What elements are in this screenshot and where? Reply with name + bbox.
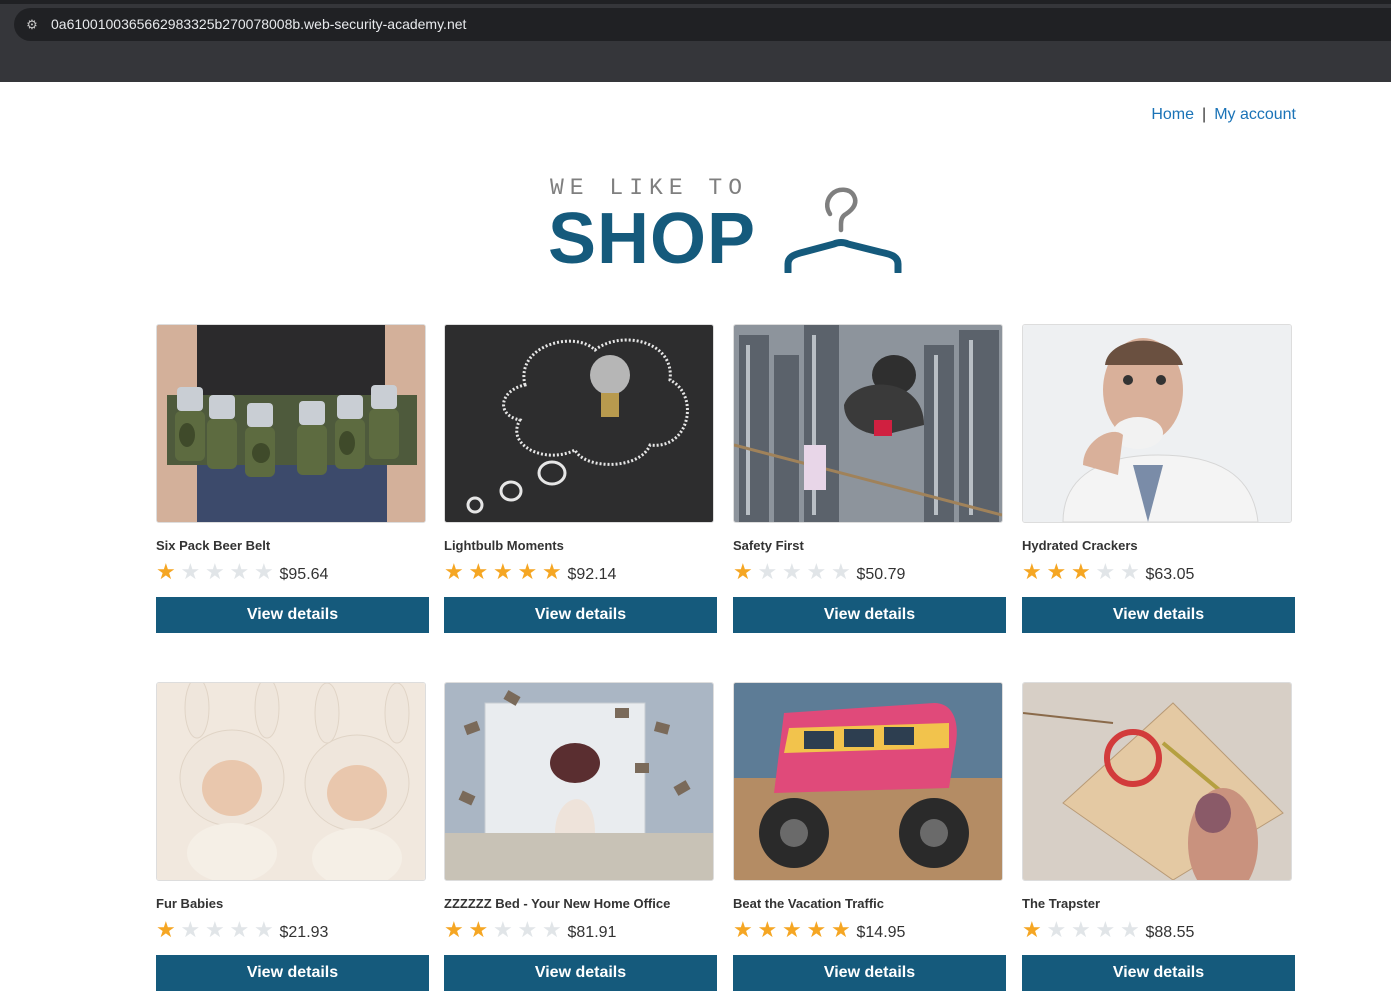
product-title: Beat the Vacation Traffic [733,896,884,911]
view-details-button[interactable]: View details [733,597,1006,633]
rating-star-icon: ★ [156,559,176,584]
rating-star-icon: ★ [733,917,753,942]
top-nav: Home | My account [1151,106,1296,124]
rating-star-icon: ★ [493,559,513,584]
rating-star-icon: ★ [468,917,489,942]
view-details-button[interactable]: View details [444,597,717,633]
product-price: $14.95 [856,924,906,941]
product-title: ZZZZZZ Bed - Your New Home Office [444,896,671,911]
product-card: The Trapster ★ ★ ★ ★ ★ $88.55 View details [1022,682,1295,991]
product-price: $81.91 [567,924,617,941]
product-card: ZZZZZZ Bed - Your New Home Office ★ ★ ★ ★ ★ $8… [444,682,717,991]
product-rating: ★ ★ ★ ★ ★ $63.05 [1022,559,1295,584]
rating-star-icon: ★ [542,917,562,942]
browser-toolbar: ⚙ 0a6100100365662983325b270078008b.web-s… [0,0,1391,82]
rating-star-icon: ★ [806,917,827,942]
hanger-icon [784,187,902,273]
rating-star-icon: ★ [156,917,176,942]
my-account-link[interactable]: My account [1214,106,1296,123]
view-details-button[interactable]: View details [1022,955,1295,991]
product-price: $95.64 [279,566,329,583]
rating-star-icon: ★ [806,559,827,584]
rating-star-icon: ★ [468,559,489,584]
product-image [1022,682,1292,881]
rating-star-icon: ★ [1095,917,1116,942]
view-details-button[interactable]: View details [156,597,429,633]
product-rating: ★ ★ ★ ★ ★ $88.55 [1022,917,1295,942]
rating-star-icon: ★ [180,917,201,942]
view-details-button[interactable]: View details [733,955,1006,991]
rating-star-icon: ★ [831,917,851,942]
rating-star-icon: ★ [229,917,250,942]
rating-star-icon: ★ [1022,917,1042,942]
nav-separator: | [1202,106,1207,123]
product-title: Hydrated Crackers [1022,538,1138,553]
view-details-button[interactable]: View details [156,955,429,991]
site-info-icon[interactable]: ⚙ [22,15,42,35]
shop-logo[interactable]: WE LIKE TO SHOP [548,172,910,282]
product-rating: ★ ★ ★ ★ ★ $14.95 [733,917,1006,942]
rating-star-icon: ★ [782,559,802,584]
tab-strip [0,0,1391,4]
product-title: Six Pack Beer Belt [156,538,271,553]
home-link[interactable]: Home [1151,106,1194,123]
rating-star-icon: ★ [205,917,225,942]
product-image [733,682,1003,881]
rating-star-icon: ★ [757,559,778,584]
product-card: Beat the Vacation Traffic ★ ★ ★ ★ ★ $14.95 View… [733,682,1006,991]
view-details-button[interactable]: View details [1022,597,1295,633]
rating-star-icon: ★ [180,559,201,584]
product-card: Safety First ★ ★ ★ ★ ★ $50.79 View details [733,324,1006,633]
rating-star-icon: ★ [205,559,225,584]
rating-star-icon: ★ [493,917,513,942]
product-rating: ★ ★ ★ ★ ★ $81.91 [444,917,717,942]
product-title: Safety First [733,538,804,553]
rating-star-icon: ★ [757,917,778,942]
rating-star-icon: ★ [444,559,464,584]
rating-star-icon: ★ [229,559,250,584]
rating-star-icon: ★ [254,917,274,942]
product-rating: ★ ★ ★ ★ ★ $95.64 [156,559,429,584]
product-card: Six Pack Beer Belt ★ ★ ★ ★ ★ $95.64 View detail… [156,324,429,633]
product-price: $63.05 [1145,566,1195,583]
product-card: Lightbulb Moments ★ ★ ★ ★ ★ $92.14 View details [444,324,717,633]
product-rating: ★ ★ ★ ★ ★ $21.93 [156,917,429,942]
rating-star-icon: ★ [1022,559,1042,584]
rating-star-icon: ★ [782,917,802,942]
product-price: $88.55 [1145,924,1195,941]
rating-star-icon: ★ [1046,917,1067,942]
rating-star-icon: ★ [733,559,753,584]
product-card: Hydrated Crackers ★ ★ ★ ★ ★ $63.05 View details [1022,324,1295,633]
product-image [444,324,714,523]
url-text[interactable]: 0a6100100365662983325b270078008b.web-sec… [51,16,466,32]
view-details-button[interactable]: View details [444,955,717,991]
product-title: Lightbulb Moments [444,538,564,553]
product-image [444,682,714,881]
rating-star-icon: ★ [1071,559,1091,584]
rating-star-icon: ★ [1120,917,1140,942]
rating-star-icon: ★ [254,559,274,584]
rating-star-icon: ★ [1071,917,1091,942]
product-price: $50.79 [856,566,906,583]
rating-star-icon: ★ [542,559,562,584]
rating-star-icon: ★ [517,917,538,942]
product-title: Fur Babies [156,896,224,911]
product-rating: ★ ★ ★ ★ ★ $92.14 [444,559,717,584]
product-rating: ★ ★ ★ ★ ★ $50.79 [733,559,1006,584]
product-price: $92.14 [567,566,617,583]
rating-star-icon: ★ [831,559,851,584]
product-price: $21.93 [279,924,329,941]
product-card: Fur Babies ★ ★ ★ ★ ★ $21.93 View details [156,682,429,991]
product-image [1022,324,1292,523]
rating-star-icon: ★ [444,917,464,942]
rating-star-icon: ★ [1120,559,1140,584]
product-title: The Trapster [1022,896,1101,911]
rating-star-icon: ★ [517,559,538,584]
rating-star-icon: ★ [1095,559,1116,584]
product-image [156,682,426,881]
logo-word: SHOP [548,199,757,279]
rating-star-icon: ★ [1046,559,1067,584]
product-image [156,324,426,523]
product-image [733,324,1003,523]
